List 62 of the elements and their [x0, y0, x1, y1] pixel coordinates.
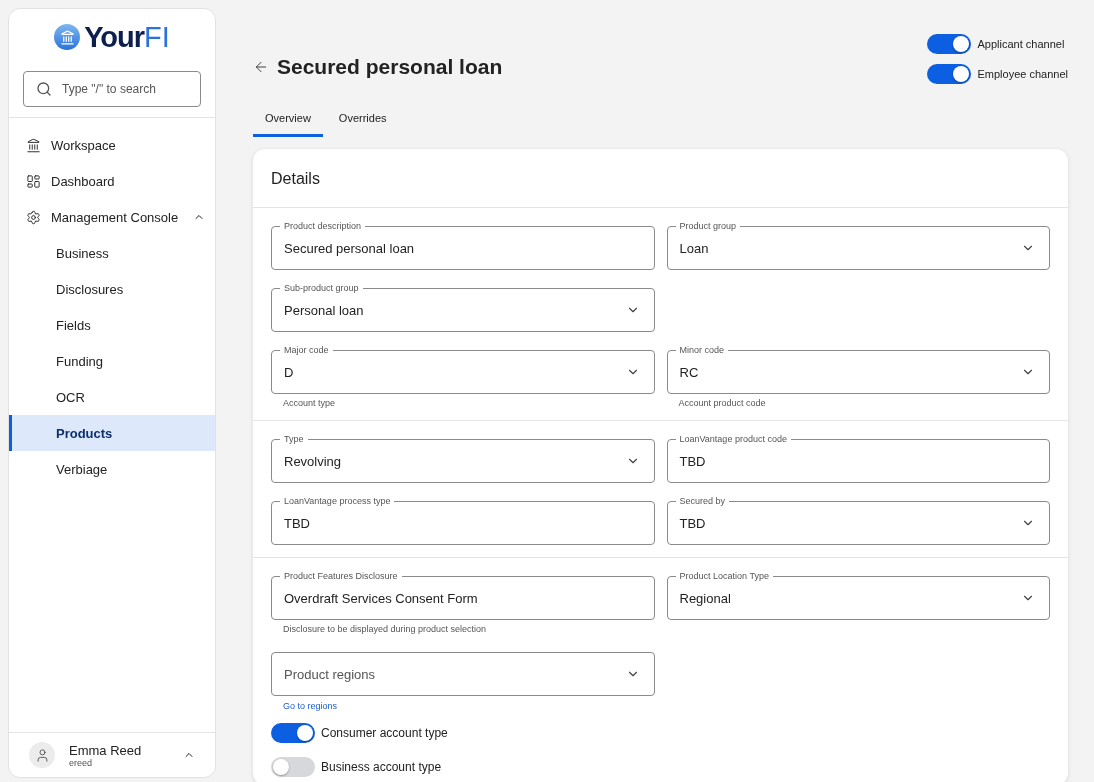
field-value: TBD	[679, 453, 707, 469]
bank-icon	[26, 137, 41, 153]
user-handle: ereed	[69, 757, 94, 768]
toggle-label: Consumer account type	[321, 726, 448, 740]
field-label: Major code	[280, 344, 333, 356]
field-value: Regional	[679, 590, 732, 606]
field-value: TBD	[679, 515, 707, 531]
search-placeholder: Type "/" to search	[62, 82, 156, 96]
user-name: Emma Reed	[69, 742, 143, 758]
back-button[interactable]	[253, 59, 269, 75]
toggle-label: Employee channel	[977, 68, 1068, 80]
field-label: LoanVantage process type	[280, 495, 395, 507]
nav-item[interactable]: Funding	[9, 343, 215, 379]
nav-item[interactable]: Business	[9, 235, 215, 271]
field-label: Product group	[675, 220, 741, 232]
helper-text: Disclosure to be displayed during product selection	[283, 624, 488, 634]
nav-item[interactable]: Fields	[9, 307, 215, 343]
tab[interactable]: Overrides	[326, 106, 399, 137]
toggle-switch[interactable]	[927, 34, 972, 54]
helper-text: Account product code	[678, 398, 767, 408]
nav-item[interactable]: Verbiage	[9, 451, 215, 487]
field-label: Product Features Disclosure	[280, 570, 402, 582]
field-placeholder: Product regions	[284, 666, 377, 682]
field-label: Product Location Type	[675, 570, 773, 582]
field-label: Minor code	[675, 344, 729, 356]
nav-item[interactable]: Management Console	[9, 199, 215, 235]
dashboard-icon	[26, 173, 41, 189]
field-value: Revolving	[284, 453, 343, 469]
logo-text: YourFI	[84, 21, 170, 53]
helper-text: Account type	[283, 398, 337, 408]
field-value: Loan	[679, 240, 710, 256]
field-value: Secured personal loan	[284, 240, 416, 256]
field-value: TBD	[284, 515, 311, 531]
toggle-label: Applicant channel	[977, 38, 1065, 50]
toggle-switch[interactable]	[271, 723, 315, 743]
field-value: D	[284, 364, 295, 380]
regions-link[interactable]: Go to regions	[283, 701, 655, 711]
settings-icon	[26, 209, 41, 225]
page-title: Secured personal loan	[277, 55, 503, 79]
toggle-switch[interactable]	[271, 757, 315, 777]
dropdown-field[interactable]: Product regions	[271, 652, 655, 696]
nav-item[interactable]: Dashboard	[9, 163, 215, 199]
nav-item[interactable]: OCR	[9, 379, 215, 415]
tab[interactable]: Overview	[253, 106, 323, 137]
field-value: Personal loan	[284, 302, 365, 318]
field-label: LoanVantage product code	[675, 433, 791, 445]
nav-item[interactable]: Workspace	[9, 127, 215, 163]
nav-item[interactable]: Products	[9, 415, 215, 451]
field-label: Sub-product group	[280, 282, 363, 294]
toggle-switch[interactable]	[927, 64, 972, 84]
field-label: Type	[280, 433, 308, 445]
bank-icon	[54, 24, 81, 50]
field-value: RC	[679, 364, 700, 380]
field-label: Secured by	[675, 495, 730, 507]
field-value: Overdraft Services Consent Form	[284, 590, 479, 606]
field-label: Product description	[280, 220, 366, 232]
toggle-label: Business account type	[321, 760, 442, 774]
user-avatar	[29, 742, 55, 768]
search-field[interactable]: Type "/" to search	[23, 71, 201, 107]
card-title: Details	[253, 149, 1068, 208]
search-icon	[36, 81, 52, 97]
nav-item[interactable]: Disclosures	[9, 271, 215, 307]
